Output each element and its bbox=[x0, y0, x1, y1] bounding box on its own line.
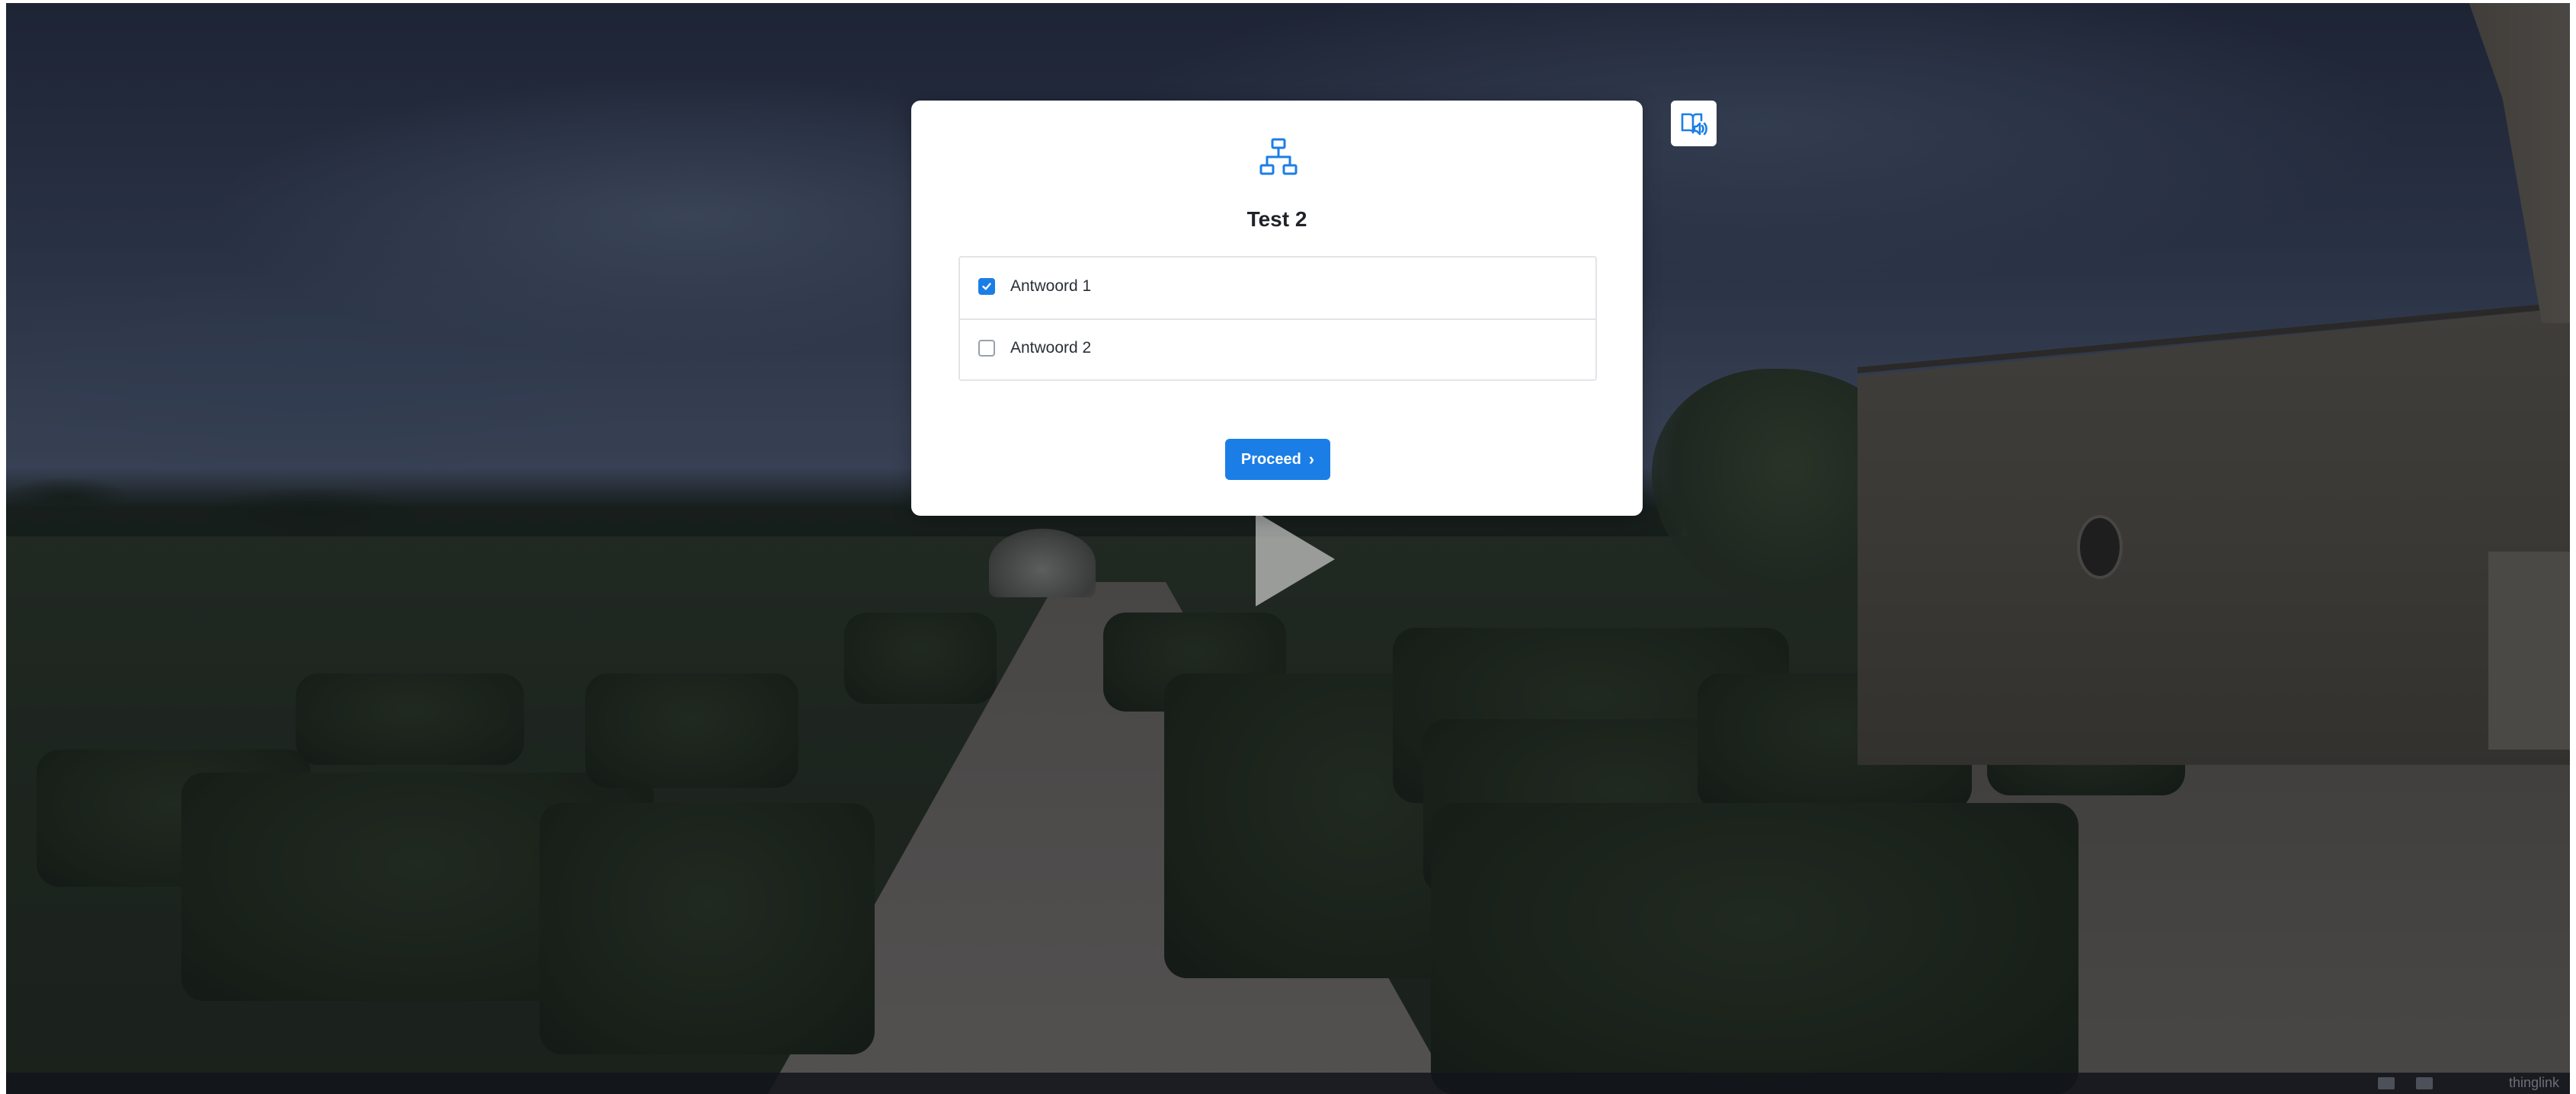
proceed-label: Proceed bbox=[1240, 450, 1301, 468]
brand-label: thinglink bbox=[2508, 1075, 2559, 1090]
modal-title: Test 2 bbox=[1246, 207, 1307, 231]
proceed-button[interactable]: Proceed › bbox=[1225, 439, 1330, 480]
answer-label: Antwoord 2 bbox=[1010, 339, 1092, 357]
answer-label: Antwoord 1 bbox=[1010, 277, 1092, 295]
play-icon[interactable] bbox=[1256, 512, 1335, 606]
immersive-reader-button[interactable] bbox=[1671, 101, 1717, 146]
chevron-right-icon: › bbox=[1308, 449, 1315, 469]
checkbox-checked[interactable] bbox=[978, 278, 995, 295]
question-modal: Test 2 Antwoord 1 Antwoord 2 Proceed › bbox=[911, 101, 1643, 516]
answer-list: Antwoord 1 Antwoord 2 bbox=[958, 256, 1597, 381]
immersive-reader-icon bbox=[1681, 113, 1707, 136]
volume-icon[interactable] bbox=[2378, 1077, 2395, 1089]
sitemap-icon bbox=[1259, 137, 1298, 177]
player-bottom-bar: thinglink bbox=[6, 1073, 2570, 1094]
answer-option-1[interactable]: Antwoord 1 bbox=[960, 258, 1595, 320]
checkbox-unchecked[interactable] bbox=[978, 340, 995, 357]
answer-option-2[interactable]: Antwoord 2 bbox=[960, 319, 1595, 380]
fullscreen-icon[interactable] bbox=[2416, 1077, 2433, 1089]
